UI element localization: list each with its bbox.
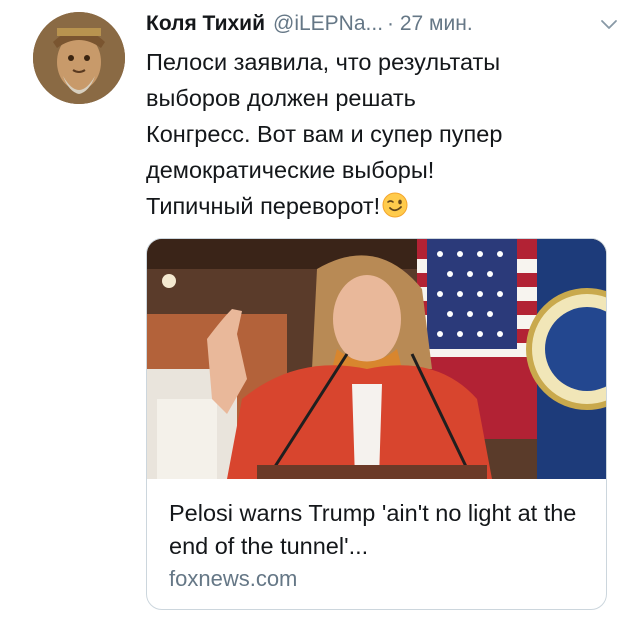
chevron-down-icon[interactable]	[600, 18, 618, 32]
card-image	[147, 239, 606, 479]
timestamp[interactable]: · 27 мин.	[387, 12, 473, 36]
card-domain[interactable]: foxnews.com	[169, 564, 588, 594]
avatar[interactable]	[33, 12, 125, 104]
card-body: Pelosi warns Trump 'ain't no light at th…	[169, 497, 588, 594]
author-handle[interactable]: @iLEPNa...	[273, 12, 383, 36]
avatar-image	[33, 12, 125, 104]
card-photo	[147, 239, 606, 479]
tweet-body: Пелоси заявила, что результаты выборов д…	[146, 49, 503, 219]
tweet-header: Коля Тихий @iLEPNa... · 27 мин.	[146, 8, 620, 40]
author-name[interactable]: Коля Тихий	[146, 12, 265, 36]
winking-face-icon	[382, 192, 408, 218]
link-card[interactable]: Pelosi warns Trump 'ain't no light at th…	[146, 238, 607, 610]
card-title[interactable]: Pelosi warns Trump 'ain't no light at th…	[169, 497, 588, 563]
tweet-text: Пелоси заявила, что результаты выборов д…	[146, 44, 616, 224]
